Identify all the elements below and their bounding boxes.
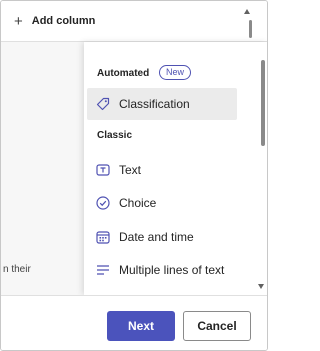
menu-item-choice[interactable]: Choice: [87, 187, 237, 219]
menu-item-label: Classification: [119, 97, 190, 111]
cancel-button[interactable]: Cancel: [183, 311, 251, 341]
add-column-label: Add column: [31, 15, 96, 27]
menu-item-label: Date and time: [119, 230, 194, 244]
check-circle-icon: [95, 195, 111, 211]
menu-item-label: Multiple lines of text: [119, 263, 225, 277]
menu-item-classification[interactable]: Classification: [87, 88, 237, 120]
text-box-icon: [95, 162, 111, 178]
add-column-button[interactable]: + Add column: [14, 12, 95, 30]
background-panel: n their: [1, 42, 84, 295]
section-heading-automated: Automated: [97, 68, 150, 79]
next-button[interactable]: Next: [107, 311, 175, 341]
menu-item-label: Text: [119, 163, 142, 177]
new-badge: New: [159, 65, 192, 80]
scroll-up-arrow-icon[interactable]: [244, 9, 250, 14]
dialog-footer: Next Cancel: [1, 295, 267, 350]
dialog-frame: + Add column n their Automated New Class…: [0, 0, 268, 351]
menu-item-label: Choice: [119, 196, 157, 210]
calendar-icon: [95, 229, 111, 245]
plus-icon: +: [14, 12, 23, 30]
menu-item-multiple-lines-of-text[interactable]: Multiple lines of text: [87, 254, 237, 286]
section-heading-classic: Classic: [97, 130, 133, 141]
multiline-text-icon: [95, 262, 111, 278]
scroll-down-arrow-icon[interactable]: [258, 284, 264, 289]
menu-scrollbar-thumb[interactable]: [261, 60, 265, 146]
menu-item-text[interactable]: Text: [87, 154, 237, 186]
top-bar: + Add column: [1, 1, 267, 42]
page-scrollbar-thumb[interactable]: [249, 20, 252, 38]
tag-icon: [95, 96, 111, 112]
column-type-menu: Automated New Classification Classic Tex…: [84, 42, 267, 295]
menu-item-date-and-time[interactable]: Date and time: [87, 221, 237, 253]
background-partial-text: n their: [3, 264, 31, 275]
